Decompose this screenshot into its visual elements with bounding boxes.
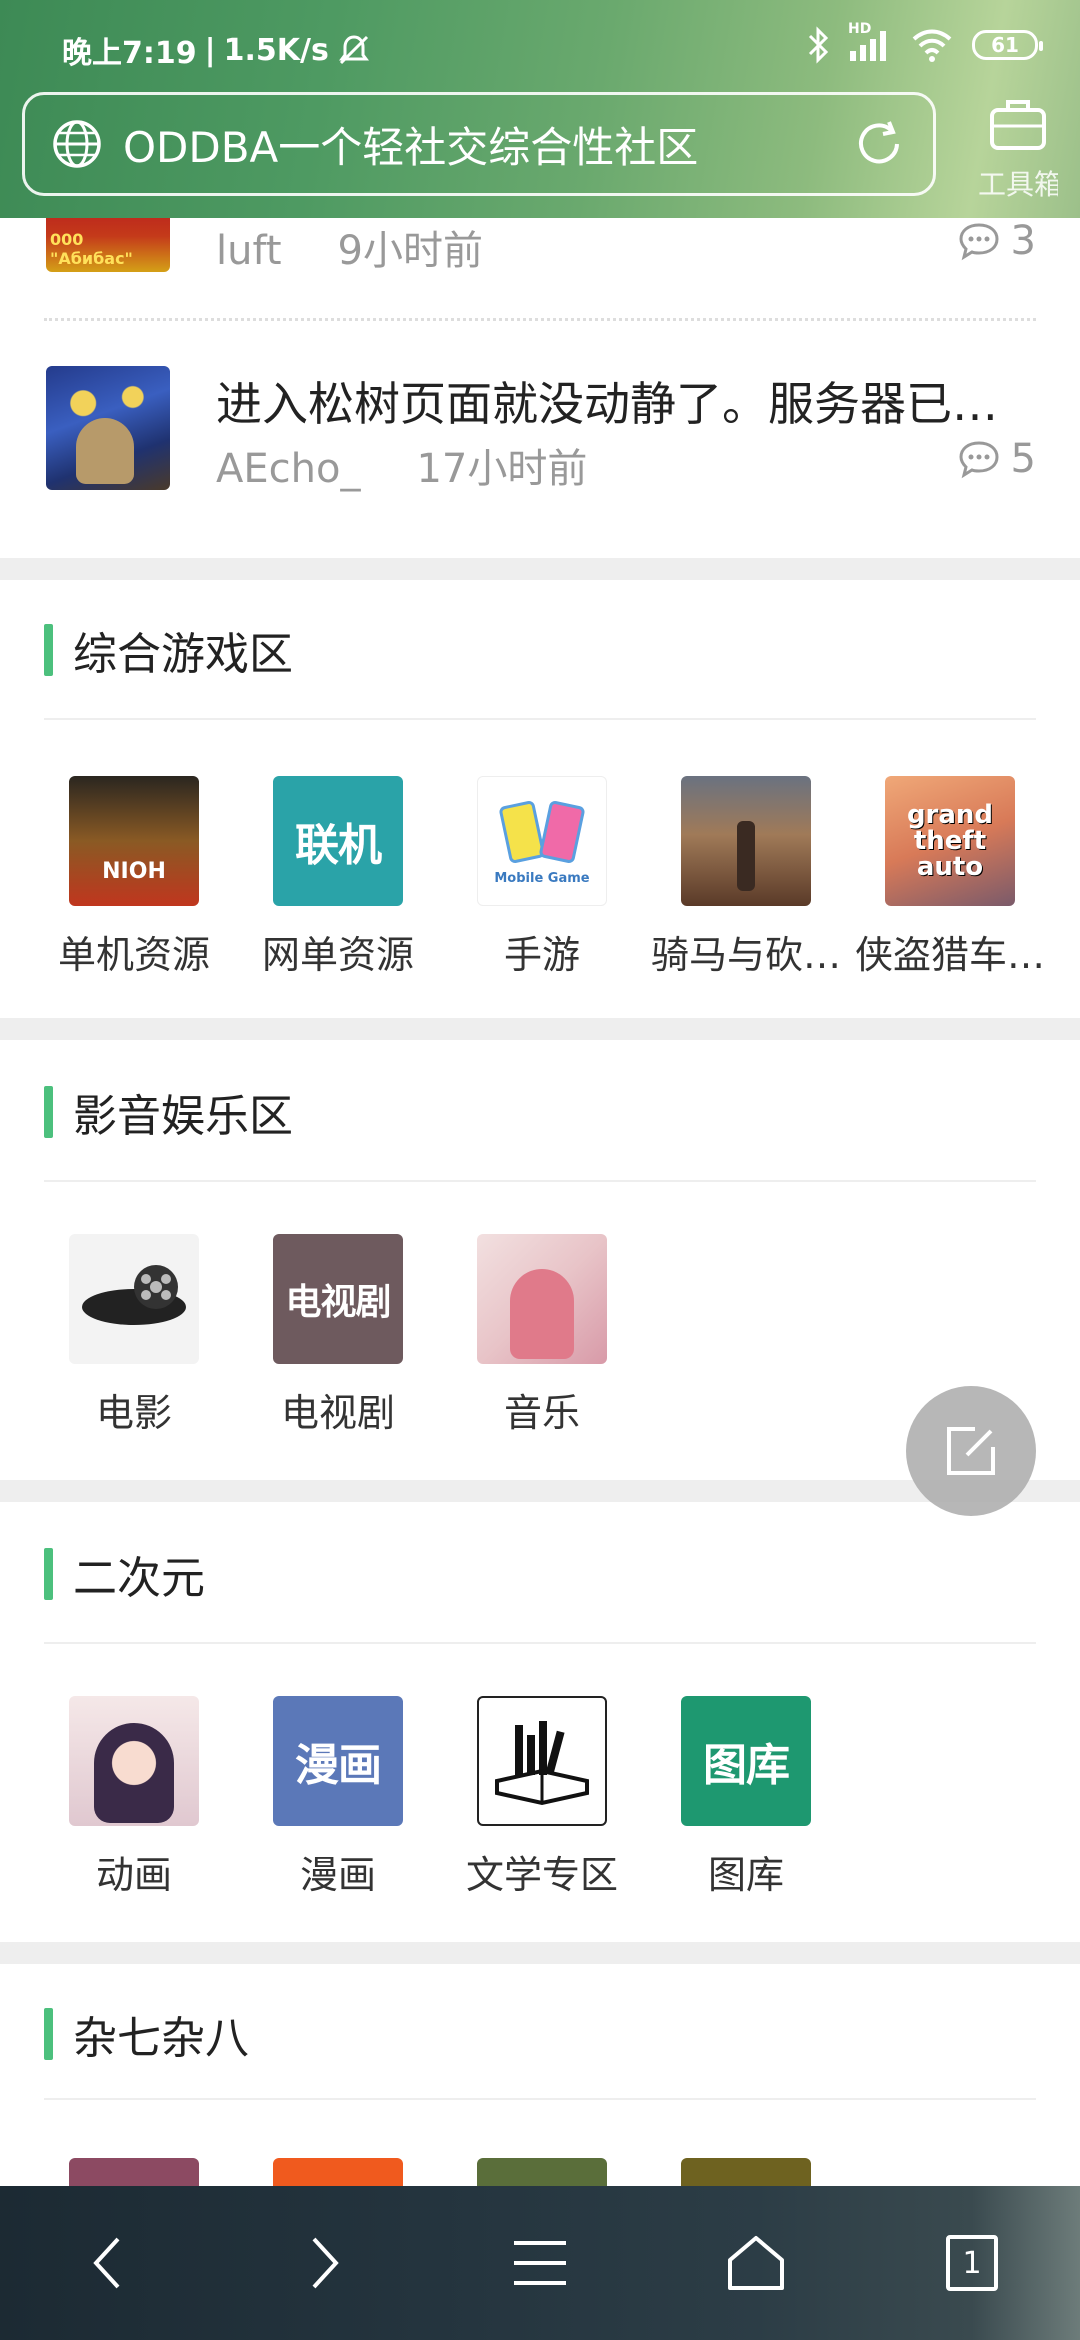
bottom-nav: 1 [0,2186,1080,2340]
section-gap [0,1942,1080,1964]
film-reel-icon [69,1234,199,1364]
forum-tile-gallery[interactable]: 图库 图库 [644,1696,848,1899]
divider [44,318,1036,321]
forum-tile-tv[interactable]: 电视剧 电视剧 [236,1234,440,1437]
post-title[interactable]: 进入松树页面就没动静了。服务器已经… [216,368,1016,434]
status-time: 晚上7:19 | 1.5K/s [62,28,371,72]
forum-icon [69,2158,199,2186]
menu-icon [514,2241,566,2285]
chevron-right-icon [312,2237,339,2289]
menu-button[interactable] [480,2203,600,2323]
page-content: 000 "Абибас" luft 9小时前 3 进入松树页面就没动静了。服务器已… [0,0,1080,2186]
forum-tile-gta[interactable]: grand theft auto 侠盗猎车… [848,776,1052,979]
post-time: 17小时前 [416,446,588,492]
chevron-left-icon [93,2237,120,2289]
tv-series-icon: 电视剧 [273,1234,403,1364]
battery-icon: 61 [972,30,1043,60]
forum-tile-literature[interactable]: 文学专区 [440,1696,644,1899]
comics-icon: 漫画 [273,1696,403,1826]
section-misc: 杂七杂八 [0,1984,1080,2186]
forum-tile-mount-blade[interactable]: 骑马与砍… [644,776,848,979]
forum-icon [273,2158,403,2186]
forum-tile-movies[interactable]: 电影 [32,1234,236,1437]
divider [44,1180,1036,1182]
post-thumbnail [46,366,170,490]
toolbox-label: 工具箱 [978,168,1058,201]
online-game-icon: 联机 [273,776,403,906]
gta-game-icon: grand theft auto [885,776,1015,906]
browser-header: 晚上7:19 | 1.5K/s HD 61 ODDBA一个轻社交综合性社区 工具… [0,0,1080,218]
post-meta: AEcho_ 17小时前 [216,436,587,494]
section-title: 综合游戏区 [44,600,293,700]
edit-icon [947,1427,995,1475]
section-games: 综合游戏区 NIOH 单机资源 联机 网单资源 Mobile Game 手游 骑… [0,600,1080,1018]
post-author[interactable]: AEcho_ [216,446,360,492]
divider [44,2098,1036,2100]
anime-girl-icon [69,1696,199,1826]
compose-button[interactable] [906,1386,1036,1516]
books-icon [477,1696,607,1826]
forum-tile-misc-2[interactable] [236,2158,440,2186]
toolbox-button[interactable]: 工具箱 [978,96,1058,206]
home-button[interactable] [696,2203,816,2323]
nioh-game-icon: NIOH [69,776,199,906]
anime-headphones-icon [477,1234,607,1364]
section-title: 影音娱乐区 [44,1062,293,1162]
forum-icon [681,2158,811,2186]
network-speed: 1.5K/s [223,32,329,68]
forum-tile-single-player[interactable]: NIOH 单机资源 [32,776,236,979]
post-author[interactable]: luft [216,228,282,274]
post-comments: 3 [957,218,1036,264]
forum-tile-online[interactable]: 联机 网单资源 [236,776,440,979]
tabs-button[interactable]: 1 [912,2203,1032,2323]
forum-tile-animation[interactable]: 动画 [32,1696,236,1899]
section-acg: 二次元 动画 漫画 漫画 文学专区 图库 图库 [0,1524,1080,1942]
forum-tile-misc-1[interactable] [32,2158,236,2186]
post-meta: luft 9小时前 [216,218,483,276]
mute-icon [338,35,369,65]
wifi-icon [912,29,952,62]
mount-and-blade-icon [681,776,811,906]
globe-icon [53,120,101,168]
forum-tile-comics[interactable]: 漫画 漫画 [236,1696,440,1899]
status-bar: 晚上7:19 | 1.5K/s HD 61 [0,0,1080,96]
home-icon [728,2236,784,2290]
post-time: 9小时前 [337,228,483,274]
forum-tile-mobile[interactable]: Mobile Game 手游 [440,776,644,979]
mobile-game-icon: Mobile Game [477,776,607,906]
comment-icon [959,223,999,261]
forum-tile-misc-3[interactable] [440,2158,644,2186]
page-title[interactable]: ODDBA一个轻社交综合性社区 [123,114,853,175]
gallery-icon: 图库 [681,1696,811,1826]
signal-icon: HD [848,21,892,63]
tabs-icon: 1 [946,2235,998,2291]
section-gap [0,558,1080,580]
bluetooth-icon [808,26,829,64]
forum-tile-misc-4[interactable] [644,2158,848,2186]
back-button[interactable] [48,2203,168,2323]
section-gap [0,1018,1080,1040]
status-icons: HD 61 [806,21,1043,64]
refresh-icon[interactable] [853,118,905,170]
forum-tile-music[interactable]: 音乐 [440,1234,644,1437]
divider [44,718,1036,720]
comment-icon [959,441,999,479]
address-bar[interactable]: ODDBA一个轻社交综合性社区 [22,92,936,196]
forum-icon [477,2158,607,2186]
divider [44,1642,1036,1644]
toolbox-icon [990,100,1046,150]
post-comments: 5 [957,436,1036,482]
post-item[interactable]: 进入松树页面就没动静了。服务器已经… AEcho_ 17小时前 5 [0,360,1080,500]
forward-button[interactable] [264,2203,384,2323]
section-title: 杂七杂八 [44,1984,249,2084]
section-title: 二次元 [44,1524,205,1624]
